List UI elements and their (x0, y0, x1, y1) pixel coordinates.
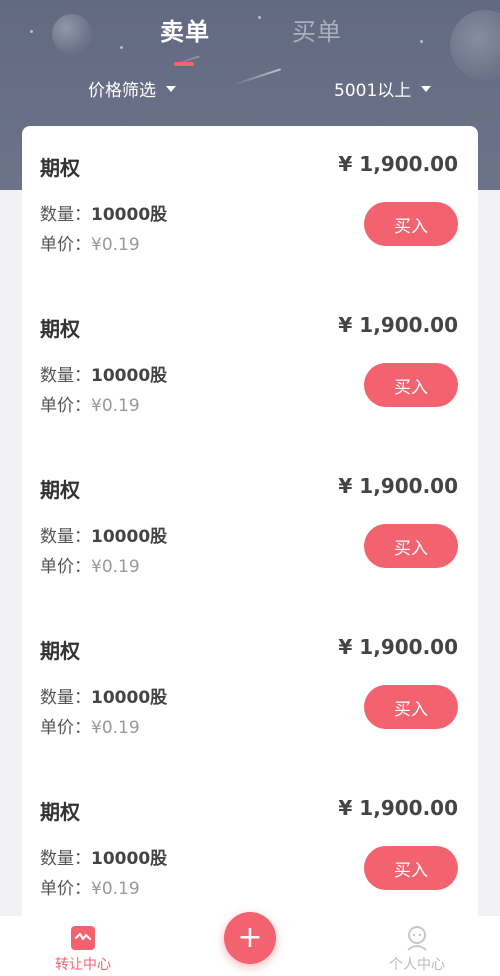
tab-buy-orders[interactable]: 买单 (292, 12, 342, 47)
buy-button[interactable]: 买入 (364, 685, 458, 729)
order-title: 期权 (40, 156, 80, 180)
person-icon (403, 924, 431, 952)
caret-down-icon (421, 85, 432, 92)
quantity-label: 数量： (40, 205, 91, 225)
tab-sell-orders[interactable]: 卖单 (160, 12, 210, 47)
unit-price-label: 单价： (40, 557, 91, 577)
buy-button[interactable]: 买入 (364, 363, 458, 407)
order-card: 期权 ¥ 1,900.00 数量：10000股 单价：¥0.19 买入 (22, 126, 478, 287)
quantity-value: 10000股 (91, 366, 168, 386)
order-title: 期权 (40, 478, 80, 502)
nav-item-transfer-center[interactable]: 转让中心 (33, 916, 133, 974)
transfer-center-icon (71, 926, 95, 950)
order-tabs: 卖单 买单 (0, 12, 500, 66)
order-unit-price: 单价：¥0.19 (40, 230, 140, 255)
order-unit-price: 单价：¥0.19 (40, 552, 140, 577)
order-title: 期权 (40, 800, 80, 824)
order-quantity: 数量：10000股 (40, 683, 167, 708)
order-title: 期权 (40, 639, 80, 663)
buy-button[interactable]: 买入 (364, 846, 458, 890)
order-quantity: 数量：10000股 (40, 200, 167, 225)
unit-price-value: ¥0.19 (91, 557, 140, 577)
shooting-star-decoration (232, 68, 282, 86)
order-quantity: 数量：10000股 (40, 361, 167, 386)
range-filter-label: 5001以上 (334, 81, 412, 101)
quantity-value: 10000股 (91, 527, 168, 547)
order-unit-price: 单价：¥0.19 (40, 713, 140, 738)
quantity-value: 10000股 (91, 205, 168, 225)
quantity-label: 数量： (40, 366, 91, 386)
order-total-price: ¥ 1,900.00 (338, 474, 458, 498)
nav-item-profile[interactable]: 个人中心 (367, 916, 467, 974)
unit-price-label: 单价： (40, 718, 91, 738)
buy-button[interactable]: 买入 (364, 202, 458, 246)
order-total-price: ¥ 1,900.00 (338, 152, 458, 176)
unit-price-value: ¥0.19 (91, 718, 140, 738)
order-card: 期权 ¥ 1,900.00 数量：10000股 单价：¥0.19 买入 (22, 448, 478, 609)
nav-label-profile: 个人中心 (389, 957, 445, 973)
buy-button[interactable]: 买入 (364, 524, 458, 568)
add-button[interactable]: + (224, 912, 276, 964)
order-unit-price: 单价：¥0.19 (40, 391, 140, 416)
quantity-value: 10000股 (91, 688, 168, 708)
order-card: 期权 ¥ 1,900.00 数量：10000股 单价：¥0.19 买入 (22, 287, 478, 448)
unit-price-label: 单价： (40, 396, 91, 416)
order-list: 期权 ¥ 1,900.00 数量：10000股 单价：¥0.19 买入 期权 ¥… (22, 126, 478, 916)
order-card: 期权 ¥ 1,900.00 数量：10000股 单价：¥0.19 买入 (22, 609, 478, 770)
order-card: 期权 ¥ 1,900.00 数量：10000股 单价：¥0.19 买入 (22, 770, 478, 916)
unit-price-value: ¥0.19 (91, 879, 140, 899)
nav-label-transfer-center: 转让中心 (55, 957, 111, 973)
caret-down-icon (166, 85, 176, 92)
order-total-price: ¥ 1,900.00 (338, 796, 458, 820)
quantity-label: 数量： (40, 688, 91, 708)
unit-price-value: ¥0.19 (91, 235, 140, 255)
price-filter-label: 价格筛选 (88, 81, 156, 101)
order-quantity: 数量：10000股 (40, 844, 167, 869)
order-total-price: ¥ 1,900.00 (338, 635, 458, 659)
range-filter-dropdown[interactable]: 5001以上 (334, 76, 432, 101)
order-title: 期权 (40, 317, 80, 341)
quantity-value: 10000股 (91, 849, 168, 869)
active-tab-indicator (174, 62, 194, 66)
unit-price-label: 单价： (40, 879, 91, 899)
unit-price-value: ¥0.19 (91, 396, 140, 416)
order-total-price: ¥ 1,900.00 (338, 313, 458, 337)
unit-price-label: 单价： (40, 235, 91, 255)
price-filter-dropdown[interactable]: 价格筛选 (88, 76, 176, 101)
order-quantity: 数量：10000股 (40, 522, 167, 547)
quantity-label: 数量： (40, 527, 91, 547)
order-unit-price: 单价：¥0.19 (40, 874, 140, 899)
quantity-label: 数量： (40, 849, 91, 869)
